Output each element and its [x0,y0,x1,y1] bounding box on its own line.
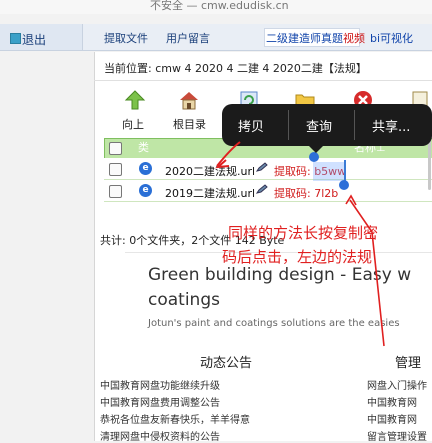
annotation-arrows [215,141,385,347]
annotation-text-line2: 码后点击，左边的法规 [222,248,373,266]
annotation-text-line1: 同样的方法长按复制密 [228,224,379,242]
